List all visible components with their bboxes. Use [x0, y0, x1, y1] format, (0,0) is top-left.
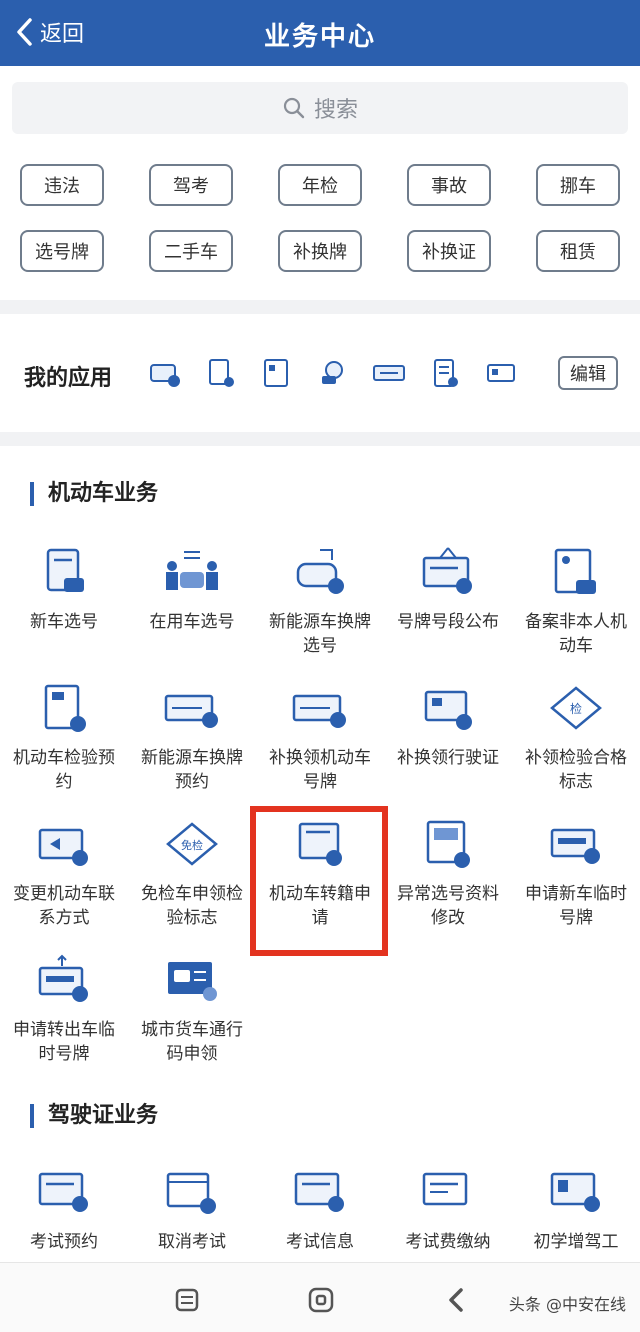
section-title-license: 驾驶证业务	[30, 1104, 158, 1128]
truck-pass-icon	[168, 962, 217, 1001]
people-car-icon	[166, 551, 218, 590]
svc-vehicle-transfer[interactable]: 机动车转籍申请	[256, 812, 384, 948]
id-card-app-icon[interactable]	[260, 356, 294, 390]
tag-replace-license[interactable]: 补换证	[407, 230, 491, 272]
page-title: 业务中心	[263, 22, 376, 52]
vehicle-services-grid: 新车选号 在用车选号 新能源车换牌选号 号牌号段公布 备案非本人机动车 机动车检…	[0, 540, 640, 1084]
svc-change-contact[interactable]: 变更机动车联系方式	[0, 812, 128, 948]
temp-plate-icon	[550, 828, 600, 864]
svc-exempt-inspection-mark[interactable]: 免检 免检车申领检验标志	[128, 812, 256, 948]
app-header: 返回 业务中心	[0, 0, 640, 66]
search-input[interactable]: 搜索	[12, 82, 628, 134]
ev-car-icon	[296, 549, 344, 594]
permit-icon	[424, 690, 472, 730]
svc-abnormal-selection-edit[interactable]: 异常选号资料修改	[384, 812, 512, 948]
tag-select-plate[interactable]: 选号牌	[20, 230, 104, 272]
wrench-car-app-icon[interactable]	[316, 356, 350, 390]
contact-card-icon	[38, 828, 88, 866]
divider	[0, 432, 640, 446]
tag-violation[interactable]: 违法	[20, 164, 104, 206]
my-apps-title: 我的应用	[24, 366, 113, 391]
tag-rental[interactable]: 租赁	[536, 230, 620, 272]
svc-used-car-plate[interactable]: 在用车选号	[128, 540, 256, 676]
svc-new-car-plate[interactable]: 新车选号	[0, 540, 128, 676]
info-card-icon	[294, 1172, 344, 1212]
svc-inspection-booking[interactable]: 机动车检验预约	[0, 676, 128, 812]
svg-text:免检: 免检	[181, 838, 203, 852]
search-icon	[283, 97, 305, 119]
menu-icon[interactable]	[172, 1285, 202, 1315]
tag-driving-test[interactable]: 驾考	[149, 164, 233, 206]
svc-ev-plate-select[interactable]: 新能源车换牌选号	[256, 540, 384, 676]
learner-id-icon	[550, 1172, 600, 1212]
car-app-icon[interactable]	[148, 356, 182, 390]
fee-card-icon	[422, 1172, 468, 1206]
my-apps-icons	[148, 356, 518, 390]
diamond-mark-icon: 检	[550, 686, 602, 730]
search-placeholder: 搜索	[313, 98, 358, 123]
svc-freight-pass[interactable]: 城市货车通行码申领	[128, 948, 256, 1084]
svg-text:检: 检	[570, 701, 582, 716]
divider	[0, 300, 640, 314]
exam-card-icon	[38, 1172, 88, 1212]
home-icon[interactable]	[306, 1285, 336, 1315]
plate-replace-icon	[292, 694, 346, 728]
calendar-cancel-icon	[166, 1172, 216, 1214]
watermark: 头条 @中安在线	[508, 1295, 626, 1314]
section-title-vehicle: 机动车业务	[30, 482, 158, 506]
svc-register-others-vehicle[interactable]: 备案非本人机动车	[512, 540, 640, 676]
car-document-icon	[46, 548, 84, 592]
license-app-icon[interactable]	[484, 356, 518, 390]
edit-document-icon	[426, 820, 470, 868]
tag-accident[interactable]: 事故	[407, 164, 491, 206]
svc-replace-inspection-mark[interactable]: 检 补领检验合格标志	[512, 676, 640, 812]
back-nav-icon[interactable]	[442, 1285, 472, 1315]
my-apps-bar: 我的应用	[0, 320, 640, 430]
outgoing-plate-icon	[38, 954, 88, 1002]
list-app-icon[interactable]	[428, 356, 462, 390]
inspection-document-icon	[44, 684, 86, 732]
svc-ev-plate-booking[interactable]: 新能源车换牌预约	[128, 676, 256, 812]
plate-booking-icon	[164, 694, 218, 728]
svc-outgoing-temp-plate[interactable]: 申请转出车临时号牌	[0, 948, 128, 1084]
tag-move-car[interactable]: 挪车	[536, 164, 620, 206]
svc-new-car-temp-plate[interactable]: 申请新车临时号牌	[512, 812, 640, 948]
board-icon	[422, 547, 472, 594]
svc-replace-driving-permit[interactable]: 补换领行驶证	[384, 676, 512, 812]
document-app-icon[interactable]	[204, 356, 238, 390]
tag-used-car[interactable]: 二手车	[149, 230, 233, 272]
exempt-diamond-icon: 免检	[166, 822, 218, 866]
edit-button[interactable]: 编辑	[558, 356, 618, 390]
person-document-icon	[554, 548, 596, 594]
plate-app-icon[interactable]	[372, 356, 406, 390]
svc-replace-vehicle-plate[interactable]: 补换领机动车号牌	[256, 676, 384, 812]
tag-replace-plate[interactable]: 补换牌	[278, 230, 362, 272]
system-nav-bar: 头条 @中安在线	[0, 1262, 640, 1332]
transfer-document-icon	[298, 822, 342, 866]
svc-plate-range[interactable]: 号牌号段公布	[384, 540, 512, 676]
quick-tags: 违法 驾考 年检 事故 挪车 选号牌 二手车 补换牌 补换证 租赁	[20, 164, 624, 272]
tag-annual-inspection[interactable]: 年检	[278, 164, 362, 206]
